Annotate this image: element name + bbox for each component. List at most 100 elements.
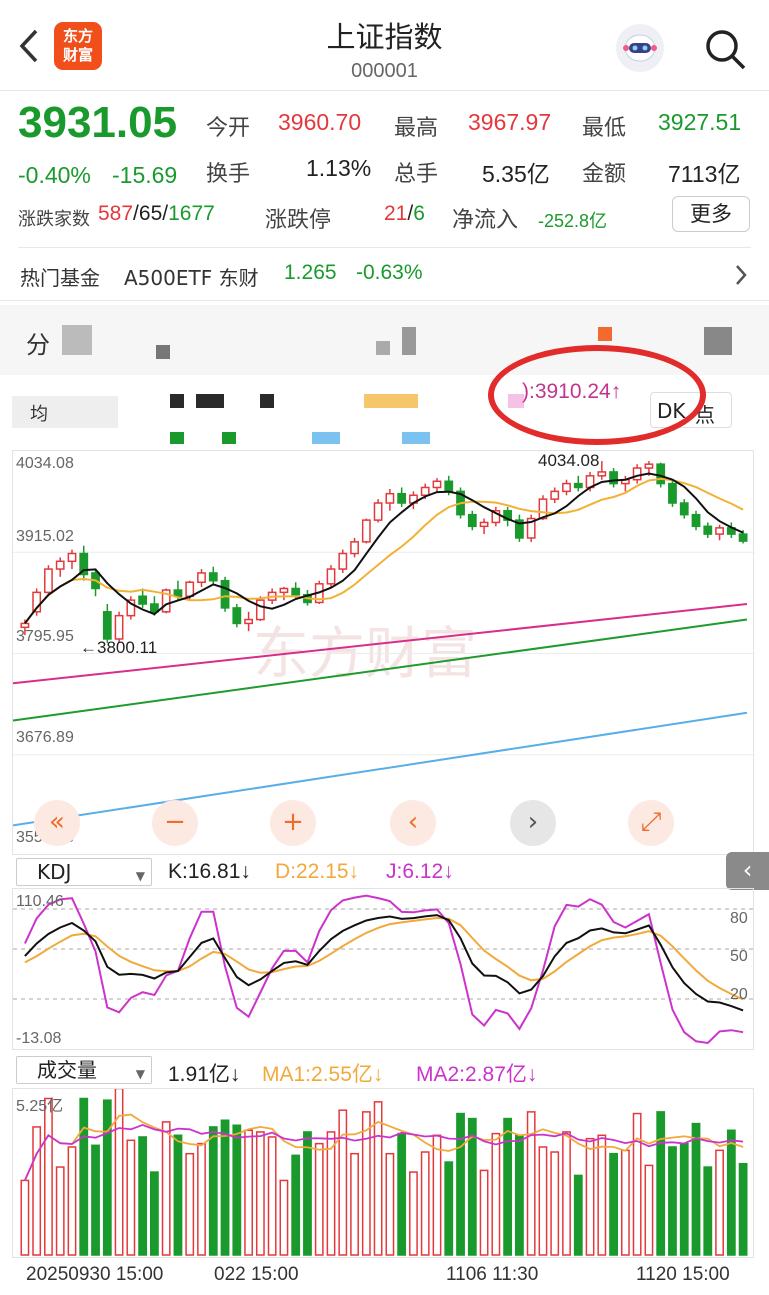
zoom-out-icon[interactable]: − (152, 800, 198, 846)
limit-up: 21 (384, 202, 408, 225)
candle-body (385, 492, 395, 504)
volume-bar (703, 1166, 713, 1256)
volume-bar (479, 1169, 489, 1256)
pixelated-tab[interactable] (376, 341, 390, 355)
double-left-icon[interactable]: « (34, 800, 80, 846)
change-pct: -0.40% (18, 162, 91, 188)
candle-body (562, 482, 571, 493)
pixel-block (170, 432, 184, 444)
breadth-down: 1677 (168, 202, 215, 225)
candle-body (185, 581, 195, 597)
kdj-y-top: 110.46 (16, 893, 64, 910)
candle-body (668, 482, 677, 504)
robot-assistant-icon[interactable] (616, 24, 664, 72)
volume-bar (338, 1109, 348, 1256)
turnover-value: 1.13% (306, 155, 372, 181)
volume-bar (668, 1146, 677, 1256)
fullscreen-icon[interactable]: ⤢ (628, 800, 674, 846)
volume-bar (326, 1131, 336, 1256)
divider (0, 90, 769, 91)
volume-bar (550, 1151, 560, 1256)
candle-body (597, 471, 607, 477)
low-label: 最低 (582, 116, 627, 141)
high-value: 3967.97 (468, 109, 552, 135)
kdj-svg (13, 894, 755, 1045)
ma-selector-label: 均 (30, 404, 48, 425)
netflow-label: 净流入 (452, 208, 519, 233)
volume-bar (644, 1164, 654, 1256)
candle-body (279, 587, 289, 594)
kdj-y-bottom: -13.08 (16, 1030, 62, 1047)
divider (0, 300, 769, 301)
pixel-block (196, 394, 224, 408)
prev-icon[interactable]: ‹ (390, 800, 436, 846)
kdj-chart[interactable] (12, 888, 755, 1050)
candle-body (361, 519, 371, 543)
volume-bar (361, 1111, 371, 1256)
volume-selector-label: 成交量 (37, 1058, 97, 1082)
volume-bar (303, 1131, 312, 1256)
candle-body (373, 502, 383, 521)
pixelated-tab[interactable] (704, 327, 732, 355)
pixelated-tab[interactable] (402, 327, 416, 355)
volume-bar (20, 1179, 30, 1256)
kdj-level-20: 20 (730, 986, 748, 1003)
turnover-label: 换手 (206, 162, 251, 187)
volume-bar (91, 1144, 100, 1256)
volume-value: 5.35亿 (482, 161, 550, 187)
volume-ma1: MA1:2.55亿↓ (262, 1063, 384, 1086)
volume-bar (679, 1142, 689, 1256)
volume-bar (208, 1126, 218, 1256)
volume-bar (79, 1097, 89, 1256)
kdj-selector[interactable]: KDJ ▼ (16, 858, 152, 886)
candle-body (703, 525, 713, 535)
volume-bar (279, 1179, 289, 1256)
volume-bar (656, 1111, 666, 1256)
volume-y-top: 5.25亿 (16, 1098, 64, 1115)
volume-bar (67, 1146, 77, 1256)
volume-bar (114, 1087, 124, 1256)
candle-body (44, 568, 53, 594)
volume-bar (291, 1154, 301, 1256)
candle-body (420, 486, 430, 496)
date-label-2: 022 15:00 (214, 1264, 299, 1285)
fund-price: 1.265 (284, 261, 337, 284)
volume-bar (55, 1166, 65, 1256)
low-value: 3927.51 (658, 109, 742, 135)
more-button[interactable]: 更多 (672, 196, 750, 232)
ma-selector[interactable]: 均 (12, 396, 118, 428)
volume-bar (32, 1126, 42, 1256)
volume-chart[interactable] (12, 1087, 754, 1258)
candle-body (150, 603, 159, 613)
volume-bar (562, 1131, 571, 1256)
volume-bar (432, 1134, 442, 1256)
volume-bar (503, 1117, 513, 1256)
fund-label: 热门基金 (20, 266, 100, 290)
y-label-2: 3915.02 (16, 528, 74, 545)
volume-bar (609, 1152, 618, 1256)
y-label-3: 3795.95 (16, 628, 74, 645)
tab-intraday[interactable]: 分 (26, 325, 50, 360)
last-price: 3931.05 (18, 98, 178, 147)
pixel-block (402, 432, 430, 444)
zoom-in-icon[interactable]: + (270, 800, 316, 846)
candle-body (326, 568, 336, 585)
candle-body (632, 467, 642, 481)
fund-change: -0.63% (356, 261, 423, 284)
pixelated-tab[interactable] (156, 345, 170, 359)
next-icon[interactable]: › (510, 800, 556, 846)
pixelated-tab[interactable] (62, 325, 92, 355)
candle-body (715, 527, 724, 535)
volume-selector[interactable]: 成交量 ▼ (16, 1056, 152, 1084)
y-label-1: 4034.08 (16, 455, 74, 472)
volume-bar (726, 1129, 736, 1256)
candle-body (444, 480, 454, 493)
search-icon[interactable] (700, 24, 750, 74)
collapse-side-icon[interactable]: ‹ (726, 852, 769, 890)
hot-fund-row[interactable]: 热门基金 A500ETF 东财 1.265 -0.63% (0, 248, 769, 300)
candle-body (102, 611, 112, 640)
candle-body (467, 513, 477, 528)
candle-body (208, 572, 218, 582)
pixelated-tab-active[interactable] (598, 327, 612, 341)
volume-bar (573, 1174, 583, 1256)
